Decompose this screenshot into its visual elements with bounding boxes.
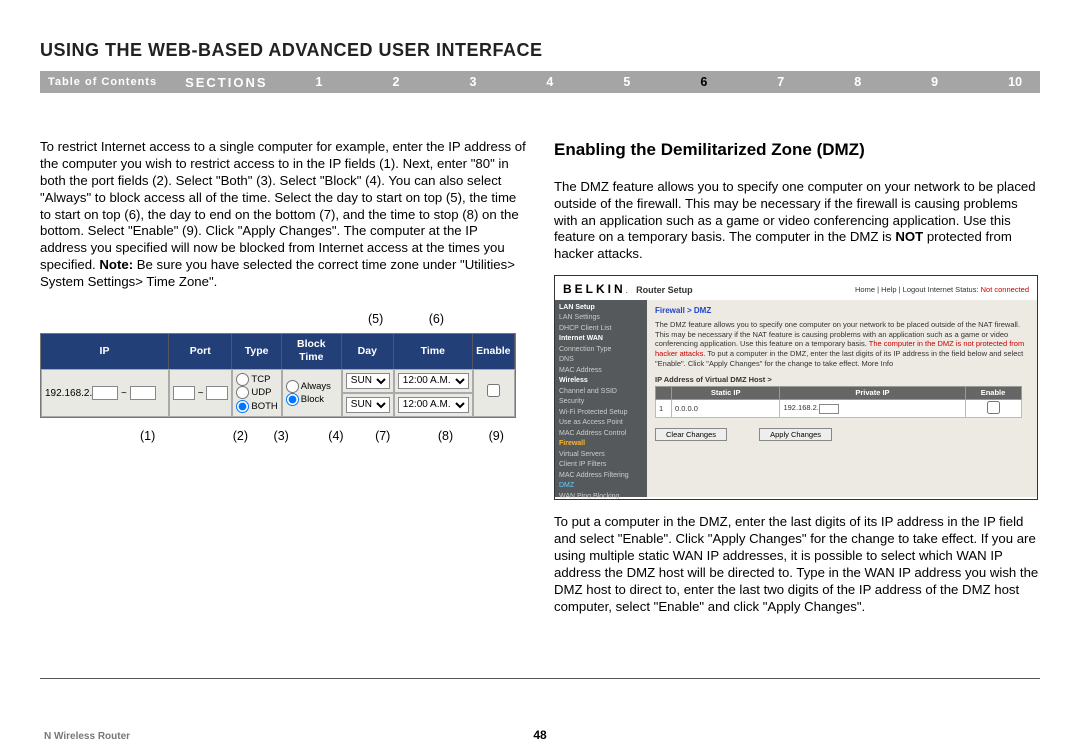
sidebar-item[interactable]: MAC Address Filtering xyxy=(559,471,643,482)
type-both-radio[interactable] xyxy=(236,400,249,413)
nav-section-5[interactable]: 5 xyxy=(623,75,630,89)
type-cell: TCP UDP BOTH xyxy=(232,369,281,417)
callouts-bottom: (1) (2) (3) (4) (7) (8) (9) xyxy=(40,428,526,444)
ip-filter-screenshot: IP Port Type Block Time Day Time Enable … xyxy=(40,333,524,418)
brand-logo: BELKIN xyxy=(563,282,626,296)
router-setup-label: Router Setup xyxy=(636,285,693,295)
th-blocktime: Block Time xyxy=(282,334,342,369)
sidebar-item[interactable]: Connection Type xyxy=(559,345,643,356)
sidebar-item[interactable]: MAC Address xyxy=(559,366,643,377)
apply-changes-button[interactable]: Apply Changes xyxy=(759,428,832,441)
sidebar-item[interactable]: DHCP Client List xyxy=(559,324,643,335)
right-paragraph-2: To put a computer in the DMZ, enter the … xyxy=(554,514,1040,615)
left-column: To restrict Internet access to a single … xyxy=(40,139,526,626)
nav-section-9[interactable]: 9 xyxy=(931,75,938,89)
type-tcp-radio[interactable] xyxy=(236,373,249,386)
right-column: Enabling the Demilitarized Zone (DMZ) Th… xyxy=(554,139,1040,626)
dmz-screenshot: BELKIN. Router Setup Home | Help | Logou… xyxy=(554,275,1038,500)
right-heading: Enabling the Demilitarized Zone (DMZ) xyxy=(554,139,1040,161)
product-name: N Wireless Router xyxy=(44,731,130,742)
nav-section-3[interactable]: 3 xyxy=(469,75,476,89)
right-paragraph-1: The DMZ feature allows you to specify on… xyxy=(554,179,1040,263)
port-start-field[interactable] xyxy=(173,386,195,400)
time-start-select[interactable]: 12:00 A.M. xyxy=(398,373,469,389)
footer-divider xyxy=(40,678,1040,679)
blocktime-cell: Always Block xyxy=(282,369,342,417)
iphost-header: IP Address of Virtual DMZ Host > xyxy=(655,375,1029,385)
ip-start-field[interactable] xyxy=(92,386,118,400)
th-ip: IP xyxy=(41,334,169,369)
sidebar-item-dmz[interactable]: DMZ xyxy=(559,481,643,492)
blocktime-always-radio[interactable] xyxy=(286,380,299,393)
left-paragraph: To restrict Internet access to a single … xyxy=(40,139,526,291)
page-title: USING THE WEB-BASED ADVANCED USER INTERF… xyxy=(40,40,1040,61)
nav-section-1[interactable]: 1 xyxy=(316,75,323,89)
clear-changes-button[interactable]: Clear Changes xyxy=(655,428,727,441)
sidebar-item[interactable]: MAC Address Control xyxy=(559,429,643,440)
toc-link[interactable]: Table of Contents xyxy=(48,76,157,88)
th-port: Port xyxy=(169,334,232,369)
nav-section-4[interactable]: 4 xyxy=(546,75,553,89)
enable-checkbox[interactable] xyxy=(487,384,500,397)
dmz-rownum: 1 xyxy=(656,399,672,418)
th-type: Type xyxy=(232,334,281,369)
sidebar-item[interactable]: Client IP Filters xyxy=(559,460,643,471)
nav-section-6[interactable]: 6 xyxy=(700,75,707,89)
sidebar-item[interactable]: Wi-Fi Protected Setup xyxy=(559,408,643,419)
port-end-field[interactable] xyxy=(206,386,228,400)
nav-section-2[interactable]: 2 xyxy=(393,75,400,89)
sidebar-item[interactable]: WAN Ping Blocking xyxy=(559,492,643,501)
th-enable: Enable xyxy=(473,334,515,369)
sidebar: LAN Setup LAN Settings DHCP Client List … xyxy=(555,300,647,497)
ip-end-field[interactable] xyxy=(130,386,156,400)
nav-section-7[interactable]: 7 xyxy=(777,75,784,89)
internet-status: Not connected xyxy=(981,285,1029,294)
main-panel: Firewall > DMZ The DMZ feature allows yo… xyxy=(647,300,1037,497)
port-cell: ~ xyxy=(169,369,232,417)
section-nav: Table of Contents SECTIONS 1 2 3 4 5 6 7… xyxy=(40,71,1040,93)
sidebar-item[interactable]: Security xyxy=(559,397,643,408)
breadcrumb: Firewall > DMZ xyxy=(655,306,1029,316)
time-end-select[interactable]: 12:00 A.M. xyxy=(398,397,469,413)
callouts-top: (5) (6) xyxy=(40,311,526,327)
dmz-desc: The DMZ feature allows you to specify on… xyxy=(655,320,1029,369)
dmz-private-ip-field[interactable] xyxy=(819,404,839,414)
nav-section-8[interactable]: 8 xyxy=(854,75,861,89)
type-udp-radio[interactable] xyxy=(236,386,249,399)
th-time: Time xyxy=(394,334,473,369)
ip-cell: 192.168.2. ~ xyxy=(41,369,169,417)
top-links[interactable]: Home | Help | Logout Internet Status: No… xyxy=(855,285,1029,295)
day-start-select[interactable]: SUN xyxy=(346,373,390,389)
sections-label: SECTIONS xyxy=(185,75,267,90)
day-end-select[interactable]: SUN xyxy=(346,397,390,413)
sidebar-item[interactable]: Use as Access Point xyxy=(559,418,643,429)
sidebar-item[interactable]: Virtual Servers xyxy=(559,450,643,461)
sidebar-item[interactable]: DNS xyxy=(559,355,643,366)
dmz-static-ip: 0.0.0.0 xyxy=(672,399,780,418)
sidebar-item[interactable]: Channel and SSID xyxy=(559,387,643,398)
dmz-enable-checkbox[interactable] xyxy=(987,401,1000,414)
th-day: Day xyxy=(342,334,394,369)
nav-section-10[interactable]: 10 xyxy=(1008,75,1022,89)
sidebar-item[interactable]: LAN Settings xyxy=(559,313,643,324)
blocktime-block-radio[interactable] xyxy=(286,393,299,406)
page-number: 48 xyxy=(533,728,546,742)
